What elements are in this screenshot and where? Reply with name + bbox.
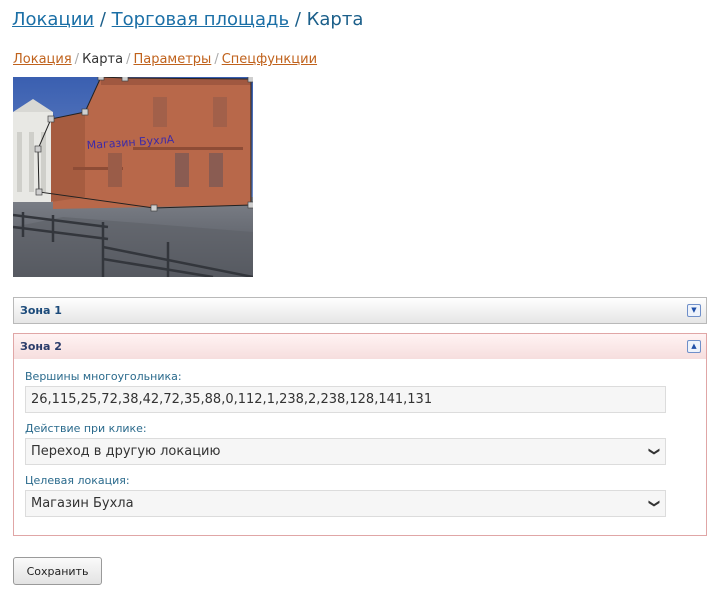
- chevron-down-icon: ❯: [647, 446, 661, 457]
- target-location-select[interactable]: Магазин Бухла ❯: [25, 490, 666, 517]
- breadcrumb-link-locations[interactable]: Локации: [12, 9, 94, 30]
- tab-parameters[interactable]: Параметры: [133, 52, 211, 67]
- page-title: Локации / Торговая площадь / Карта: [12, 8, 363, 32]
- target-location-label: Целевая локация:: [25, 474, 130, 487]
- zone-2-panel: Зона 2 ▲ Вершины многоугольника: 26,115,…: [13, 333, 707, 536]
- vertices-label: Вершины многоугольника:: [25, 370, 182, 383]
- map-scene: Магазин БухлА: [13, 77, 253, 277]
- tab-special[interactable]: Спецфункции: [222, 52, 317, 67]
- save-button[interactable]: Сохранить: [13, 557, 102, 585]
- zone-1-title: Зона 1: [20, 304, 62, 317]
- breadcrumb-separator: /: [294, 9, 301, 30]
- click-action-label: Действие при клике:: [25, 422, 147, 435]
- zone-2-title: Зона 2: [20, 340, 62, 353]
- vertices-input[interactable]: 26,115,25,72,38,42,72,35,88,0,112,1,238,…: [25, 386, 666, 413]
- chevron-down-icon[interactable]: ▼: [687, 304, 701, 317]
- tab-separator: /: [74, 52, 80, 67]
- breadcrumb-separator: /: [99, 9, 106, 30]
- location-map-image[interactable]: Магазин БухлА: [13, 77, 253, 277]
- breadcrumb-current: Карта: [306, 9, 364, 30]
- click-action-value: Переход в другую локацию: [31, 444, 221, 459]
- chevron-up-icon[interactable]: ▲: [687, 340, 701, 353]
- tab-separator: /: [126, 52, 131, 67]
- tab-location[interactable]: Локация: [13, 52, 72, 67]
- zone-1-header[interactable]: Зона 1 ▼: [14, 298, 706, 323]
- zone-2-header[interactable]: Зона 2 ▲: [14, 334, 706, 359]
- zone-1-panel: Зона 1 ▼: [13, 297, 707, 324]
- breadcrumb-link-trade-area[interactable]: Торговая площадь: [112, 9, 289, 30]
- click-action-select[interactable]: Переход в другую локацию ❯: [25, 438, 666, 465]
- tab-separator: /: [214, 52, 219, 67]
- tab-map-current: Карта: [82, 52, 124, 67]
- tab-nav: Локация / Карта / Параметры / Спецфункции: [13, 51, 317, 69]
- target-location-value: Магазин Бухла: [31, 496, 134, 511]
- chevron-down-icon: ❯: [647, 498, 661, 509]
